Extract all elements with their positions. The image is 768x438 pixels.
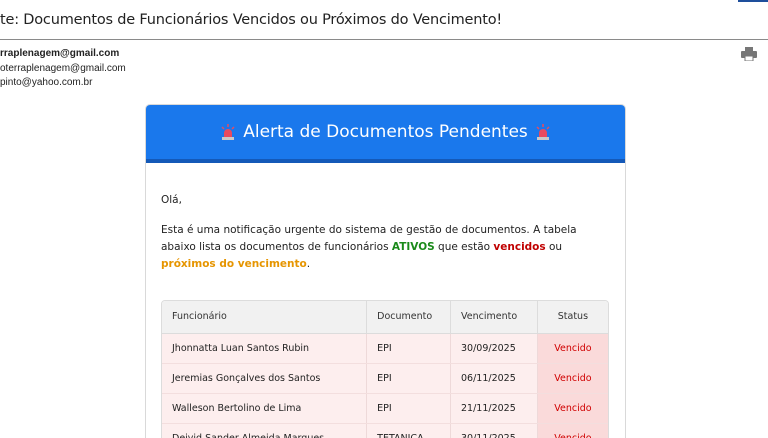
email-header: rraplenagem@gmail.com oterraplenagem@gma…: [0, 47, 126, 91]
status-cell: Vencido: [537, 333, 608, 364]
status-cell: Vencido: [537, 393, 608, 424]
table-row: Walleson Bertolino de Lima EPI 21/11/202…: [162, 393, 608, 424]
intro-part: .: [306, 258, 311, 270]
due-date-cell: 06/11/2025: [450, 363, 538, 394]
cc-address[interactable]: pinto@yahoo.com.br: [0, 76, 126, 91]
alert-card: Alerta de Documentos Pendentes Olá, Esta…: [145, 104, 626, 438]
intro-text: Esta é uma notificação urgente do sistem…: [161, 222, 610, 273]
printer-icon[interactable]: [741, 47, 757, 61]
table-row: Deivid Sander Almeida Marques TETANICA 3…: [162, 423, 608, 438]
table-header-row: Funcionário Documento Vencimento Status: [162, 301, 608, 334]
email-subject: te: Documentos de Funcionários Vencidos …: [0, 12, 503, 28]
intro-part: ou: [545, 241, 563, 253]
card-header: Alerta de Documentos Pendentes: [146, 105, 625, 163]
document-cell: EPI: [366, 393, 451, 424]
column-header: Documento: [366, 301, 451, 334]
subject-bar: te: Documentos de Funcionários Vencidos …: [0, 0, 768, 40]
recipient-address[interactable]: oterraplenagem@gmail.com: [0, 62, 126, 77]
document-cell: TETANICA: [366, 423, 451, 438]
column-header: Status: [537, 301, 608, 334]
column-header: Vencimento: [450, 301, 538, 334]
card-body: Olá, Esta é uma notificação urgente do s…: [146, 194, 625, 438]
ativos-label: ATIVOS: [391, 241, 435, 253]
proximos-label: próximos do vencimento: [161, 258, 307, 270]
column-header: Funcionário: [162, 301, 368, 334]
table-row: Jhonnatta Luan Santos Rubin EPI 30/09/20…: [162, 333, 608, 364]
documents-table: Funcionário Documento Vencimento Status …: [162, 301, 608, 438]
card-title: Alerta de Documentos Pendentes: [243, 122, 528, 142]
employee-cell: Jhonnatta Luan Santos Rubin: [162, 333, 368, 364]
employee-cell: Walleson Bertolino de Lima: [162, 393, 368, 424]
documents-table-wrapper: Funcionário Documento Vencimento Status …: [161, 300, 609, 438]
employee-cell: Deivid Sander Almeida Marques: [162, 423, 368, 438]
sender-address[interactable]: rraplenagem@gmail.com: [0, 47, 126, 62]
vencidos-label: vencidos: [493, 241, 546, 253]
window-accent: [738, 0, 768, 2]
siren-icon: [536, 124, 550, 140]
table-row: Jeremias Gonçalves dos Santos EPI 06/11/…: [162, 363, 608, 394]
status-cell: Vencido: [537, 423, 608, 438]
due-date-cell: 30/11/2025: [450, 423, 538, 438]
employee-cell: Jeremias Gonçalves dos Santos: [162, 363, 368, 394]
intro-part: que estão: [434, 241, 494, 253]
document-cell: EPI: [366, 333, 451, 364]
document-cell: EPI: [366, 363, 451, 394]
greeting: Olá,: [161, 194, 182, 206]
siren-icon: [221, 124, 235, 140]
due-date-cell: 30/09/2025: [450, 333, 538, 364]
status-cell: Vencido: [537, 363, 608, 394]
due-date-cell: 21/11/2025: [450, 393, 538, 424]
